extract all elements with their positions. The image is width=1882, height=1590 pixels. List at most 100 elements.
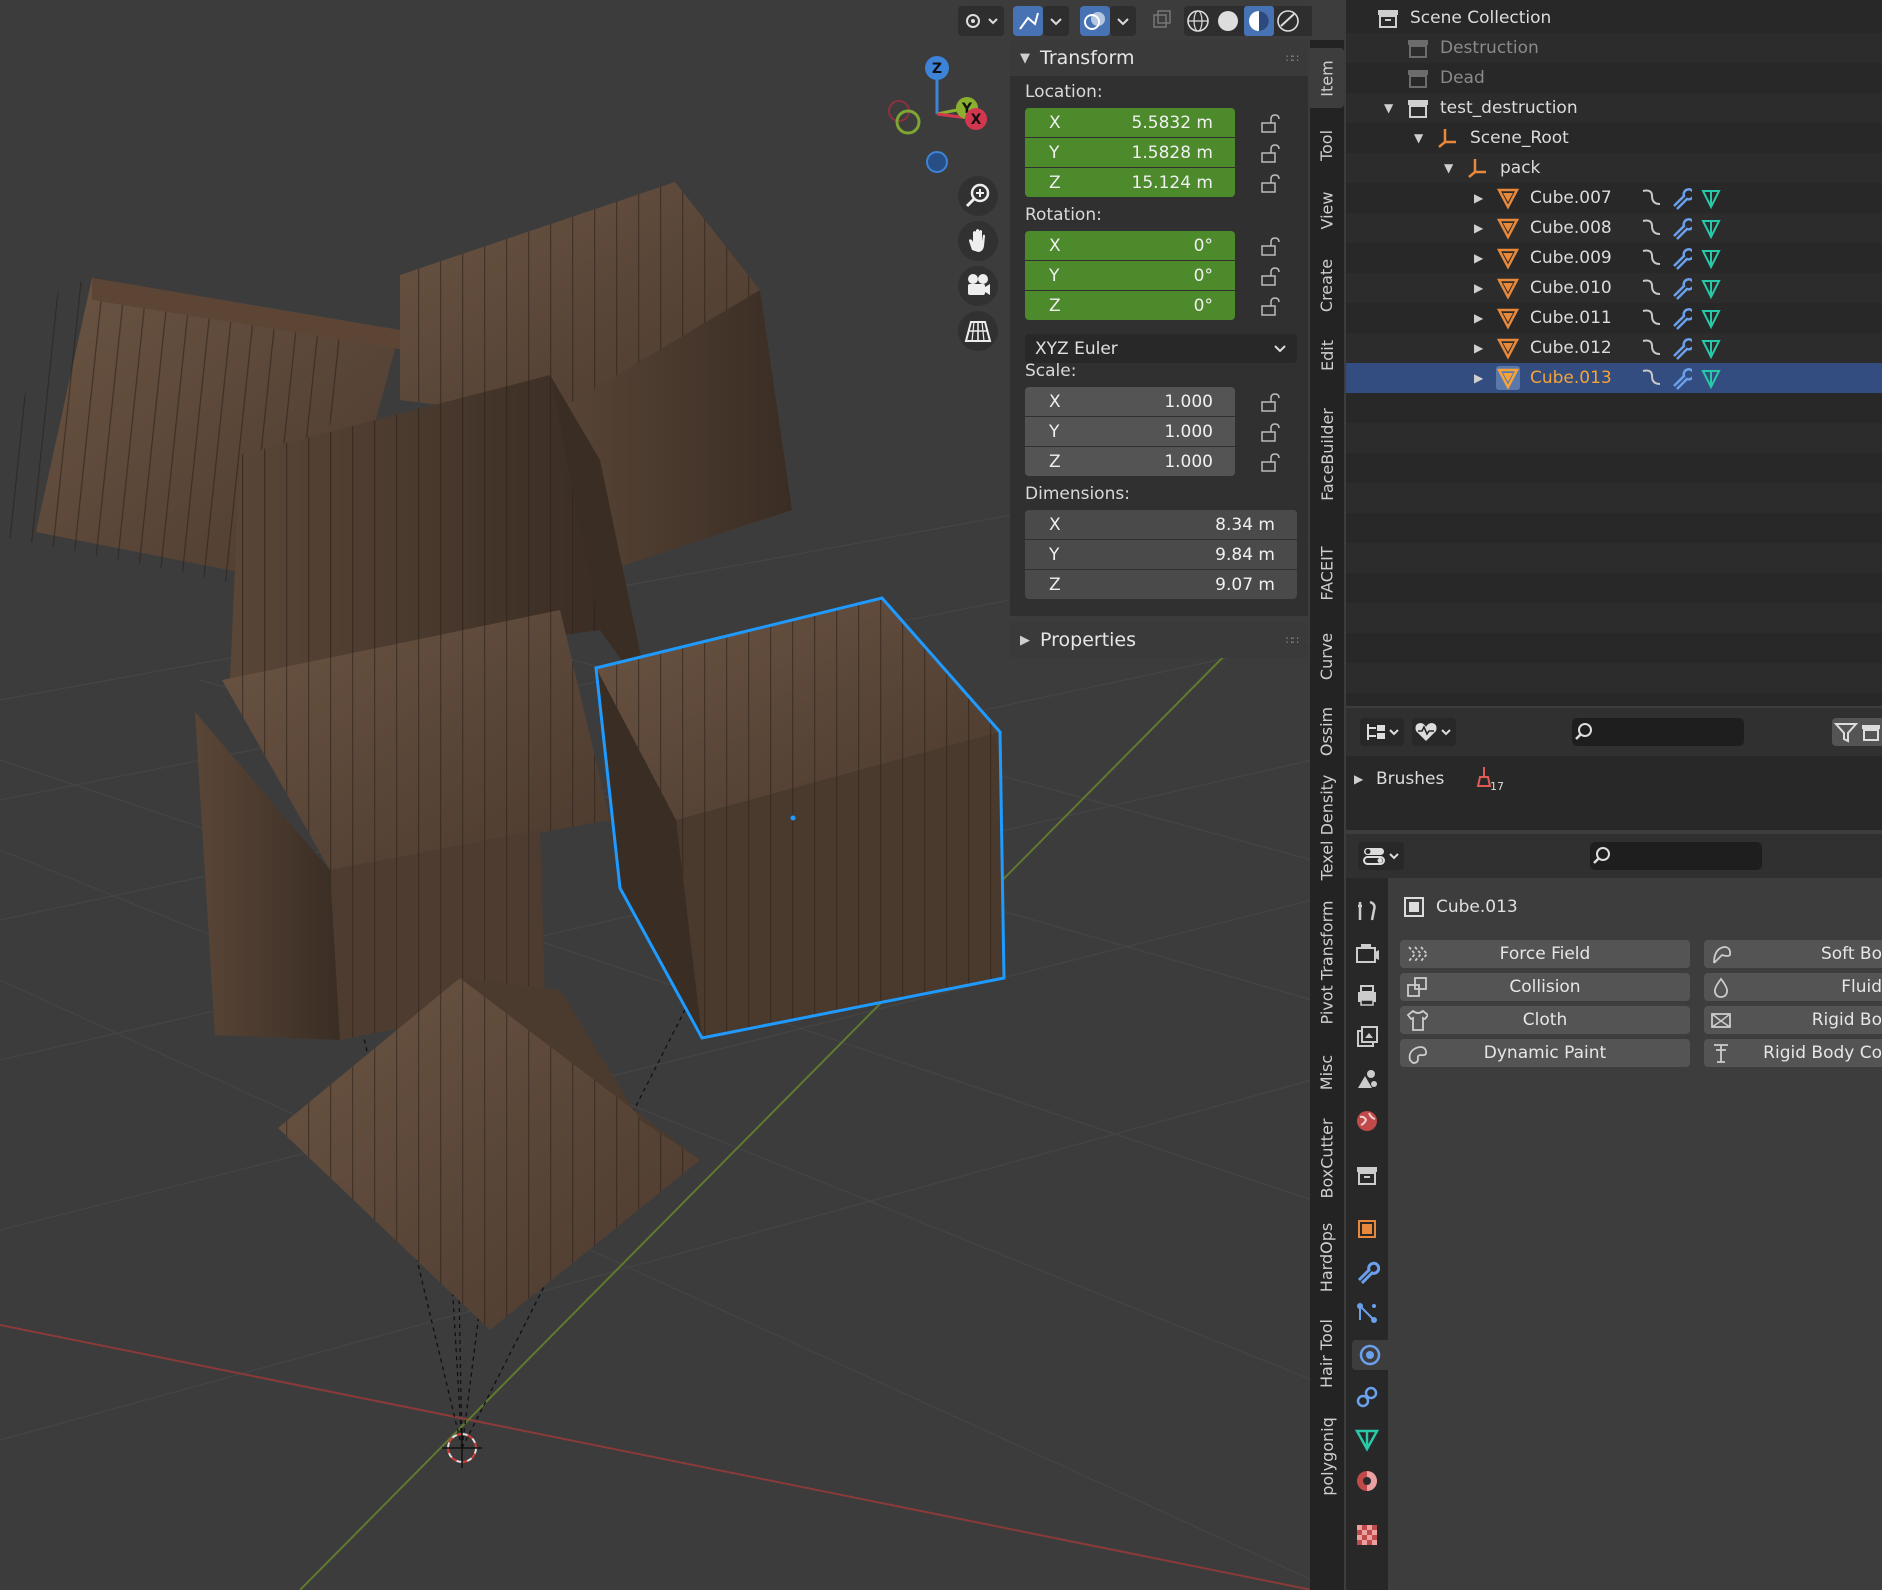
scale-z-field[interactable]: Z 1.000	[1025, 447, 1235, 476]
dimensions-x-field[interactable]: X 8.34 m	[1025, 510, 1297, 539]
mesh-data-icon[interactable]	[1700, 306, 1722, 330]
tab-pivot-transform[interactable]: Pivot Transform	[1310, 888, 1344, 1036]
new-collection-button[interactable]	[1860, 718, 1882, 746]
tab-facebuilder[interactable]: FaceBuilder	[1310, 384, 1344, 524]
tab-view[interactable]: View	[1310, 177, 1344, 243]
outliner-row-scene-root[interactable]: ▼ Scene_Root	[1346, 123, 1882, 153]
wrench-modifier-icon[interactable]	[1670, 186, 1692, 210]
tab-scene[interactable]	[1352, 1064, 1382, 1094]
outliner[interactable]: Scene Collection Destruction Dead ▼ test…	[1346, 0, 1882, 706]
location-x-field[interactable]: X 5.5832 m	[1025, 108, 1235, 137]
scale-y-field[interactable]: Y 1.000	[1025, 417, 1235, 446]
browser-row-brushes[interactable]: ▶ Brushes 17	[1346, 764, 1882, 794]
rotation-y-field[interactable]: Y 0°	[1025, 261, 1235, 290]
tab-output[interactable]	[1352, 980, 1382, 1010]
lock-rotation-y-icon[interactable]	[1260, 267, 1282, 287]
lock-rotation-x-icon[interactable]	[1260, 237, 1282, 257]
parent-relation-icon[interactable]	[1640, 276, 1662, 300]
wrench-modifier-icon[interactable]	[1670, 336, 1692, 360]
collision-button[interactable]: Collision	[1400, 973, 1690, 1001]
zoom-button[interactable]	[958, 176, 998, 216]
parent-relation-icon[interactable]	[1640, 336, 1662, 360]
mesh-data-icon[interactable]	[1700, 276, 1722, 300]
rotation-z-field[interactable]: Z 0°	[1025, 291, 1235, 320]
outliner-row-cube-007[interactable]: ▶ Cube.007	[1346, 183, 1882, 213]
tab-ossim[interactable]: Ossim	[1310, 696, 1344, 766]
outliner-row-cube-011[interactable]: ▶ Cube.011	[1346, 303, 1882, 333]
rigid-body-constraint-button[interactable]: Rigid Body Co	[1704, 1039, 1882, 1067]
dimensions-y-field[interactable]: Y 9.84 m	[1025, 540, 1297, 569]
tab-texture[interactable]	[1352, 1520, 1382, 1550]
tab-world[interactable]	[1352, 1106, 1382, 1136]
tab-data[interactable]	[1352, 1424, 1382, 1454]
expand-arrow-icon[interactable]: ▼	[1414, 131, 1423, 145]
drag-grip-icon[interactable]: ∷∷	[1286, 52, 1299, 65]
lock-rotation-z-icon[interactable]	[1260, 297, 1282, 317]
expand-arrow-icon[interactable]: ▶	[1474, 191, 1483, 205]
tab-edit[interactable]: Edit	[1310, 330, 1344, 380]
tab-view-layer[interactable]	[1352, 1022, 1382, 1052]
expand-arrow-icon[interactable]: ▶	[1474, 371, 1483, 385]
rotation-mode-select[interactable]: XYZ Euler	[1025, 334, 1297, 363]
tab-polygoniq[interactable]: polygoniq	[1310, 1404, 1344, 1508]
lock-scale-x-icon[interactable]	[1260, 393, 1282, 413]
tab-boxcutter[interactable]: BoxCutter	[1310, 1108, 1344, 1208]
tab-physics[interactable]	[1352, 1340, 1388, 1370]
outliner-row-cube-013[interactable]: ▶ Cube.013	[1346, 363, 1882, 393]
fluid-button[interactable]: Fluid	[1704, 973, 1882, 1001]
mesh-data-icon[interactable]	[1700, 366, 1722, 390]
display-mode-dropdown[interactable]	[1360, 718, 1404, 746]
tab-texel-density[interactable]: Texel Density	[1310, 770, 1344, 884]
tab-particles[interactable]	[1352, 1298, 1382, 1328]
expand-arrow-icon[interactable]: ▶	[1474, 251, 1483, 265]
lock-location-x-icon[interactable]	[1260, 114, 1282, 134]
expand-arrow-icon[interactable]: ▶	[1474, 281, 1483, 295]
outliner-row-scene-collection[interactable]: Scene Collection	[1346, 3, 1882, 33]
force-field-button[interactable]: Force Field	[1400, 940, 1690, 968]
expand-arrow-icon[interactable]: ▼	[1444, 161, 1453, 175]
expand-arrow-icon[interactable]: ▶	[1474, 221, 1483, 235]
tab-tool[interactable]	[1352, 896, 1382, 926]
overlay-dropdown[interactable]	[1110, 6, 1136, 36]
mesh-data-icon[interactable]	[1700, 246, 1722, 270]
tab-faceit[interactable]: FACEIT	[1310, 530, 1344, 616]
filter-button[interactable]	[1832, 718, 1860, 746]
parent-relation-icon[interactable]	[1640, 246, 1662, 270]
wrench-modifier-icon[interactable]	[1670, 276, 1692, 300]
shading-dropdown[interactable]	[1303, 6, 1312, 36]
mesh-data-icon[interactable]	[1700, 186, 1722, 210]
outliner-row-test-destruction[interactable]: ▼ test_destruction	[1346, 93, 1882, 123]
outliner-row-dead[interactable]: Dead	[1346, 63, 1882, 93]
outliner-row-destruction[interactable]: Destruction	[1346, 33, 1882, 63]
navigation-gizmo[interactable]: Z Y X	[880, 52, 1000, 182]
tab-hair-tool[interactable]: Hair Tool	[1310, 1306, 1344, 1400]
gizmo-toggle-button[interactable]	[1013, 6, 1043, 36]
tab-material[interactable]	[1352, 1466, 1382, 1496]
wrench-modifier-icon[interactable]	[1670, 216, 1692, 240]
properties-panel-header[interactable]: ▶ Properties ∷∷	[1010, 622, 1308, 658]
parent-relation-icon[interactable]	[1640, 186, 1662, 210]
tab-tool[interactable]: Tool	[1310, 115, 1344, 175]
outliner-row-cube-012[interactable]: ▶ Cube.012	[1346, 333, 1882, 363]
xray-toggle-button[interactable]	[1146, 6, 1176, 36]
outliner-row-cube-009[interactable]: ▶ Cube.009	[1346, 243, 1882, 273]
crate-cube-010[interactable]	[195, 610, 610, 1040]
overlay-toggle-button[interactable]	[1080, 6, 1110, 36]
lock-location-y-icon[interactable]	[1260, 144, 1282, 164]
mesh-data-icon[interactable]	[1700, 336, 1722, 360]
parent-relation-icon[interactable]	[1640, 306, 1662, 330]
wrench-modifier-icon[interactable]	[1670, 306, 1692, 330]
properties-search-input[interactable]	[1590, 842, 1762, 870]
expand-arrow-icon[interactable]: ▶	[1474, 311, 1483, 325]
camera-view-button[interactable]	[958, 266, 998, 306]
editor-type-dropdown[interactable]	[1358, 842, 1404, 870]
wrench-modifier-icon[interactable]	[1670, 246, 1692, 270]
tab-create[interactable]: Create	[1310, 245, 1344, 325]
visibility-dropdown[interactable]	[958, 6, 1004, 36]
tab-render[interactable]	[1352, 938, 1382, 968]
tab-misc[interactable]: Misc	[1310, 1040, 1344, 1104]
parent-relation-icon[interactable]	[1640, 216, 1662, 240]
3d-cursor[interactable]	[442, 1428, 482, 1468]
tab-constraints[interactable]	[1352, 1382, 1382, 1412]
outliner-row-cube-008[interactable]: ▶ Cube.008	[1346, 213, 1882, 243]
